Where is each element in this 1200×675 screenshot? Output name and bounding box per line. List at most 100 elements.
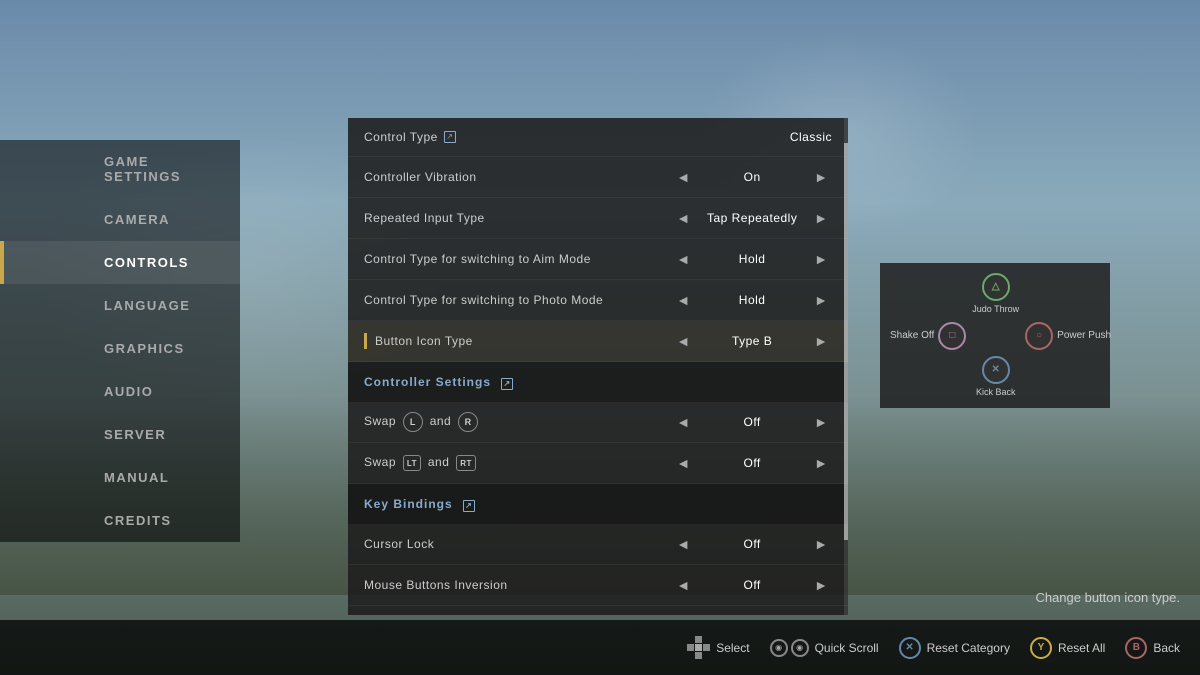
gold-bar-indicator	[364, 333, 367, 349]
btn-cross: ✕	[982, 356, 1010, 384]
rs-icon: ◉	[791, 639, 809, 657]
setting-row-swap-ltrt: Swap LT and RT ◄ Off ►	[348, 443, 848, 484]
controller-diagram: △ Judo Throw Shake Off □ ○ Power Push ✕ …	[890, 273, 1100, 398]
arrow-left-cursor-lock[interactable]: ◄	[672, 534, 694, 554]
ls-icon: ◉	[770, 639, 788, 657]
setting-row-input-type: Repeated Input Type ◄ Tap Repeatedly ►	[348, 198, 848, 239]
dpad-up	[695, 636, 702, 643]
bottom-bar: Select ◉ ◉ Quick Scroll ✕ Reset Category…	[0, 620, 1200, 675]
setting-control-mouse-inversion: ◄ Off ►	[672, 575, 832, 595]
hint-reset-category: ✕ Reset Category	[899, 637, 1010, 659]
hint-reset-all: Y Reset All	[1030, 637, 1105, 659]
external-link-keybindings-icon[interactable]: ↗	[463, 500, 475, 512]
setting-label-button-icon: Button Icon Type	[375, 334, 672, 348]
action-kick-back: Kick Back	[976, 386, 1016, 399]
sidebar-item-credits[interactable]: CREDITS	[0, 499, 240, 542]
arrow-right-photo-mode[interactable]: ►	[810, 290, 832, 310]
setting-label-input-type: Repeated Input Type	[364, 211, 672, 225]
control-type-value: Classic	[790, 130, 832, 144]
arrow-left-swap-lr[interactable]: ◄	[672, 412, 694, 432]
control-type-text: Control Type	[364, 130, 438, 144]
sidebar-item-server[interactable]: SERVER	[0, 413, 240, 456]
btn-square: □	[938, 322, 966, 350]
setting-control-swap-ltrt: ◄ Off ►	[672, 453, 832, 473]
setting-control-photo-mode: ◄ Hold ►	[672, 290, 832, 310]
controller-panel: △ Judo Throw Shake Off □ ○ Power Push ✕ …	[880, 263, 1110, 408]
hint-label-reset-all: Reset All	[1058, 641, 1105, 655]
external-link-icon[interactable]: ↗	[444, 131, 456, 143]
hint-quick-scroll: ◉ ◉ Quick Scroll	[770, 639, 879, 657]
setting-control-swap-lr: ◄ Off ►	[672, 412, 832, 432]
arrow-right-swap-ltrt[interactable]: ►	[810, 453, 832, 473]
settings-panel: Control Type ↗ Classic Controller Vibrat…	[348, 118, 848, 615]
sidebar-item-game-settings[interactable]: GAME SETTINGS	[0, 140, 240, 198]
arrow-left-mouse-inversion[interactable]: ◄	[672, 575, 694, 595]
setting-value-aim-mode: Hold	[702, 252, 802, 266]
b-button-icon: B	[1125, 637, 1147, 659]
dpad-left	[687, 644, 694, 651]
setting-label-aim-mode: Control Type for switching to Aim Mode	[364, 252, 672, 266]
arrow-left-swap-ltrt[interactable]: ◄	[672, 453, 694, 473]
setting-value-photo-mode: Hold	[702, 293, 802, 307]
setting-value-mouse-inversion: Off	[702, 578, 802, 592]
hint-back: B Back	[1125, 637, 1180, 659]
setting-row-aim-mode: Control Type for switching to Aim Mode ◄…	[348, 239, 848, 280]
dpad-down	[695, 652, 702, 659]
arrow-left-input-type[interactable]: ◄	[672, 208, 694, 228]
control-type-label: Control Type ↗	[364, 130, 790, 144]
arrow-right-mouse-inversion[interactable]: ►	[810, 575, 832, 595]
sidebar-item-controls[interactable]: CONTROLS	[0, 241, 240, 284]
hint-select: Select	[687, 636, 749, 659]
setting-label-swap-lr: Swap L and R	[364, 412, 672, 432]
sidebar-item-graphics[interactable]: GRAPHICS	[0, 327, 240, 370]
setting-value-vibration: On	[702, 170, 802, 184]
btn-circle: ○	[1025, 322, 1053, 350]
arrow-right-cursor-lock[interactable]: ►	[810, 534, 832, 554]
dpad-center	[695, 644, 702, 651]
scroll-indicator	[844, 118, 848, 615]
setting-value-swap-ltrt: Off	[702, 456, 802, 470]
setting-row-cursor-lock: Cursor Lock ◄ Off ►	[348, 524, 848, 565]
arrow-right-swap-lr[interactable]: ►	[810, 412, 832, 432]
scroll-thumb	[844, 143, 848, 541]
section-title-controller: Controller Settings ↗	[364, 375, 832, 390]
setting-label-swap-ltrt: Swap LT and RT	[364, 455, 672, 472]
sidebar: GAME SETTINGS CAMERA CONTROLS LANGUAGE G…	[0, 140, 240, 542]
setting-row-photo-mode: Control Type for switching to Photo Mode…	[348, 280, 848, 321]
setting-control-button-icon: ◄ Type B ►	[672, 331, 832, 351]
dpad-right	[703, 644, 710, 651]
arrow-right-input-type[interactable]: ►	[810, 208, 832, 228]
setting-row-control-type: Control Type ↗ Classic	[348, 118, 848, 157]
arrow-left-vibration[interactable]: ◄	[672, 167, 694, 187]
arrow-right-vibration[interactable]: ►	[810, 167, 832, 187]
setting-label-photo-mode: Control Type for switching to Photo Mode	[364, 293, 672, 307]
action-triangle: Judo Throw	[972, 303, 1019, 316]
setting-control-input-type: ◄ Tap Repeatedly ►	[672, 208, 832, 228]
arrow-left-aim-mode[interactable]: ◄	[672, 249, 694, 269]
y-button-icon: Y	[1030, 637, 1052, 659]
ls-rs-icons: ◉ ◉	[770, 639, 809, 657]
setting-row-vibration: Controller Vibration ◄ On ►	[348, 157, 848, 198]
setting-value-button-icon: Type B	[702, 334, 802, 348]
external-link-controller-icon[interactable]: ↗	[501, 378, 513, 390]
hint-label-reset-category: Reset Category	[927, 641, 1010, 655]
arrow-left-photo-mode[interactable]: ◄	[672, 290, 694, 310]
arrow-left-button-icon[interactable]: ◄	[672, 331, 694, 351]
dpad-icon	[687, 636, 710, 659]
setting-row-scroll-sensitivity: Mouse Scroll Wheel Sensitivity ◄ ►	[348, 606, 848, 615]
setting-control-cursor-lock: ◄ Off ►	[672, 534, 832, 554]
sidebar-item-language[interactable]: LANGUAGE	[0, 284, 240, 327]
btn-triangle: △	[982, 273, 1010, 301]
sidebar-item-camera[interactable]: CAMERA	[0, 198, 240, 241]
arrow-right-button-icon[interactable]: ►	[810, 331, 832, 351]
setting-value-cursor-lock: Off	[702, 537, 802, 551]
setting-label-mouse-inversion: Mouse Buttons Inversion	[364, 578, 672, 592]
arrow-right-aim-mode[interactable]: ►	[810, 249, 832, 269]
x-button-icon: ✕	[899, 637, 921, 659]
settings-list: Control Type ↗ Classic Controller Vibrat…	[348, 118, 848, 615]
sidebar-item-audio[interactable]: AUDIO	[0, 370, 240, 413]
setting-row-button-icon: Button Icon Type ◄ Type B ►	[348, 321, 848, 362]
sidebar-item-manual[interactable]: MANUAL	[0, 456, 240, 499]
setting-control-vibration: ◄ On ►	[672, 167, 832, 187]
setting-value-input-type: Tap Repeatedly	[702, 211, 802, 225]
